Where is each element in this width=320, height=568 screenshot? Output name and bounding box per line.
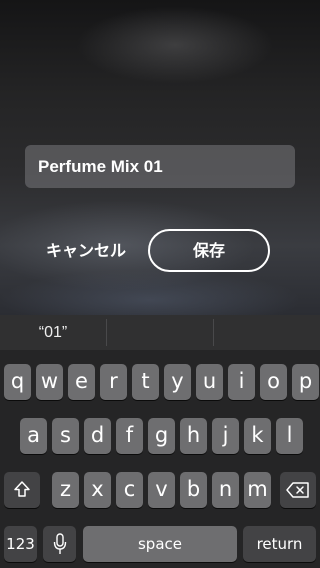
numbers-key[interactable]: 123 <box>4 526 37 562</box>
key-r[interactable]: r <box>100 364 127 400</box>
key-f[interactable]: f <box>116 418 143 454</box>
key-x[interactable]: x <box>84 472 111 508</box>
key-p[interactable]: p <box>292 364 319 400</box>
key-j[interactable]: j <box>212 418 239 454</box>
key-o[interactable]: o <box>260 364 287 400</box>
key-v[interactable]: v <box>148 472 175 508</box>
key-b[interactable]: b <box>180 472 207 508</box>
key-m[interactable]: m <box>244 472 271 508</box>
save-button[interactable]: 保存 <box>148 229 270 272</box>
backspace-icon <box>286 482 309 498</box>
key-q[interactable]: q <box>4 364 31 400</box>
shift-icon <box>14 481 30 497</box>
microphone-icon <box>53 533 66 554</box>
key-w[interactable]: w <box>36 364 63 400</box>
key-k[interactable]: k <box>244 418 271 454</box>
key-s[interactable]: s <box>52 418 79 454</box>
key-u[interactable]: u <box>196 364 223 400</box>
return-key[interactable]: return <box>243 526 316 562</box>
space-key[interactable]: space <box>83 526 237 562</box>
key-a[interactable]: a <box>20 418 47 454</box>
suggestion-item[interactable] <box>107 315 213 350</box>
key-i[interactable]: i <box>228 364 255 400</box>
shift-key[interactable] <box>4 472 40 508</box>
keyboard: “01” q w e r t y u i o p a s d f g h j k… <box>0 315 320 568</box>
key-z[interactable]: z <box>52 472 79 508</box>
key-c[interactable]: c <box>116 472 143 508</box>
mix-name-field[interactable]: Perfume Mix 01 <box>25 145 295 188</box>
key-d[interactable]: d <box>84 418 111 454</box>
suggestion-item[interactable] <box>214 315 320 350</box>
key-g[interactable]: g <box>148 418 175 454</box>
key-l[interactable]: l <box>276 418 303 454</box>
key-h[interactable]: h <box>180 418 207 454</box>
suggestion-item[interactable]: “01” <box>0 315 106 350</box>
dictation-key[interactable] <box>43 526 76 562</box>
backspace-key[interactable] <box>280 472 316 508</box>
key-n[interactable]: n <box>212 472 239 508</box>
key-y[interactable]: y <box>164 364 191 400</box>
suggestion-bar: “01” <box>0 315 320 350</box>
cancel-button[interactable]: キャンセル <box>46 239 126 263</box>
key-t[interactable]: t <box>132 364 159 400</box>
key-e[interactable]: e <box>68 364 95 400</box>
